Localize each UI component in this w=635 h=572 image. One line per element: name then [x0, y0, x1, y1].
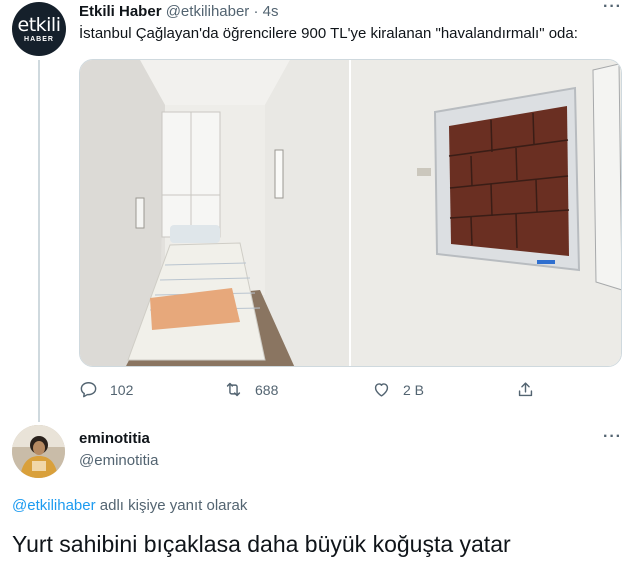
reply-text: Yurt sahibini bıçaklasa daha büyük koğuş… — [12, 531, 511, 557]
like-count: 2 B — [403, 381, 425, 398]
avatar-logo-text: etkili — [17, 13, 61, 36]
share-icon — [518, 382, 533, 397]
retweet-count: 688 — [255, 381, 279, 398]
reply-handle[interactable]: @eminotitia — [79, 452, 158, 469]
reply-to-mention[interactable]: @etkilihaber — [12, 497, 96, 514]
tweet-actions: 102 688 2 B — [79, 380, 539, 402]
window-photo[interactable] — [351, 60, 621, 366]
window-illustration — [351, 60, 621, 366]
avatar[interactable]: etkili HABER — [12, 2, 66, 56]
more-options-icon[interactable]: ··· — [603, 0, 622, 16]
reply-display-name[interactable]: eminotitia — [79, 430, 150, 447]
heart-icon — [374, 383, 389, 397]
retweet-icon — [226, 382, 241, 397]
room-illustration — [80, 60, 349, 366]
reply-avatar[interactable] — [12, 425, 65, 478]
like-button[interactable]: 2 B — [372, 380, 424, 399]
retweet-button[interactable]: 688 — [224, 380, 278, 399]
tweet-media — [79, 59, 622, 367]
avatar-logo-subtext: HABER — [24, 35, 54, 43]
display-name[interactable]: Etkili Haber — [79, 3, 162, 20]
reply-to-suffix: adlı kişiye yanıt olarak — [95, 497, 248, 514]
handle-and-time[interactable]: @etkilihaber · 4s — [166, 3, 279, 20]
reply-context: @etkilihaber adlı kişiye yanıt olarak — [12, 497, 247, 514]
reply-button[interactable]: 102 — [79, 380, 133, 399]
reply-count: 102 — [110, 381, 134, 398]
room-photo[interactable] — [80, 60, 349, 366]
tweet-header: Etkili Haber @etkilihaber · 4s — [79, 3, 278, 20]
thread-line — [38, 60, 40, 422]
reply-icon — [80, 382, 97, 398]
tweet-text: İstanbul Çağlayan'da öğrencilere 900 TL'… — [79, 25, 578, 42]
reply-more-options-icon[interactable]: ··· — [603, 428, 622, 446]
avatar-image — [12, 425, 65, 478]
share-button[interactable] — [516, 380, 535, 399]
